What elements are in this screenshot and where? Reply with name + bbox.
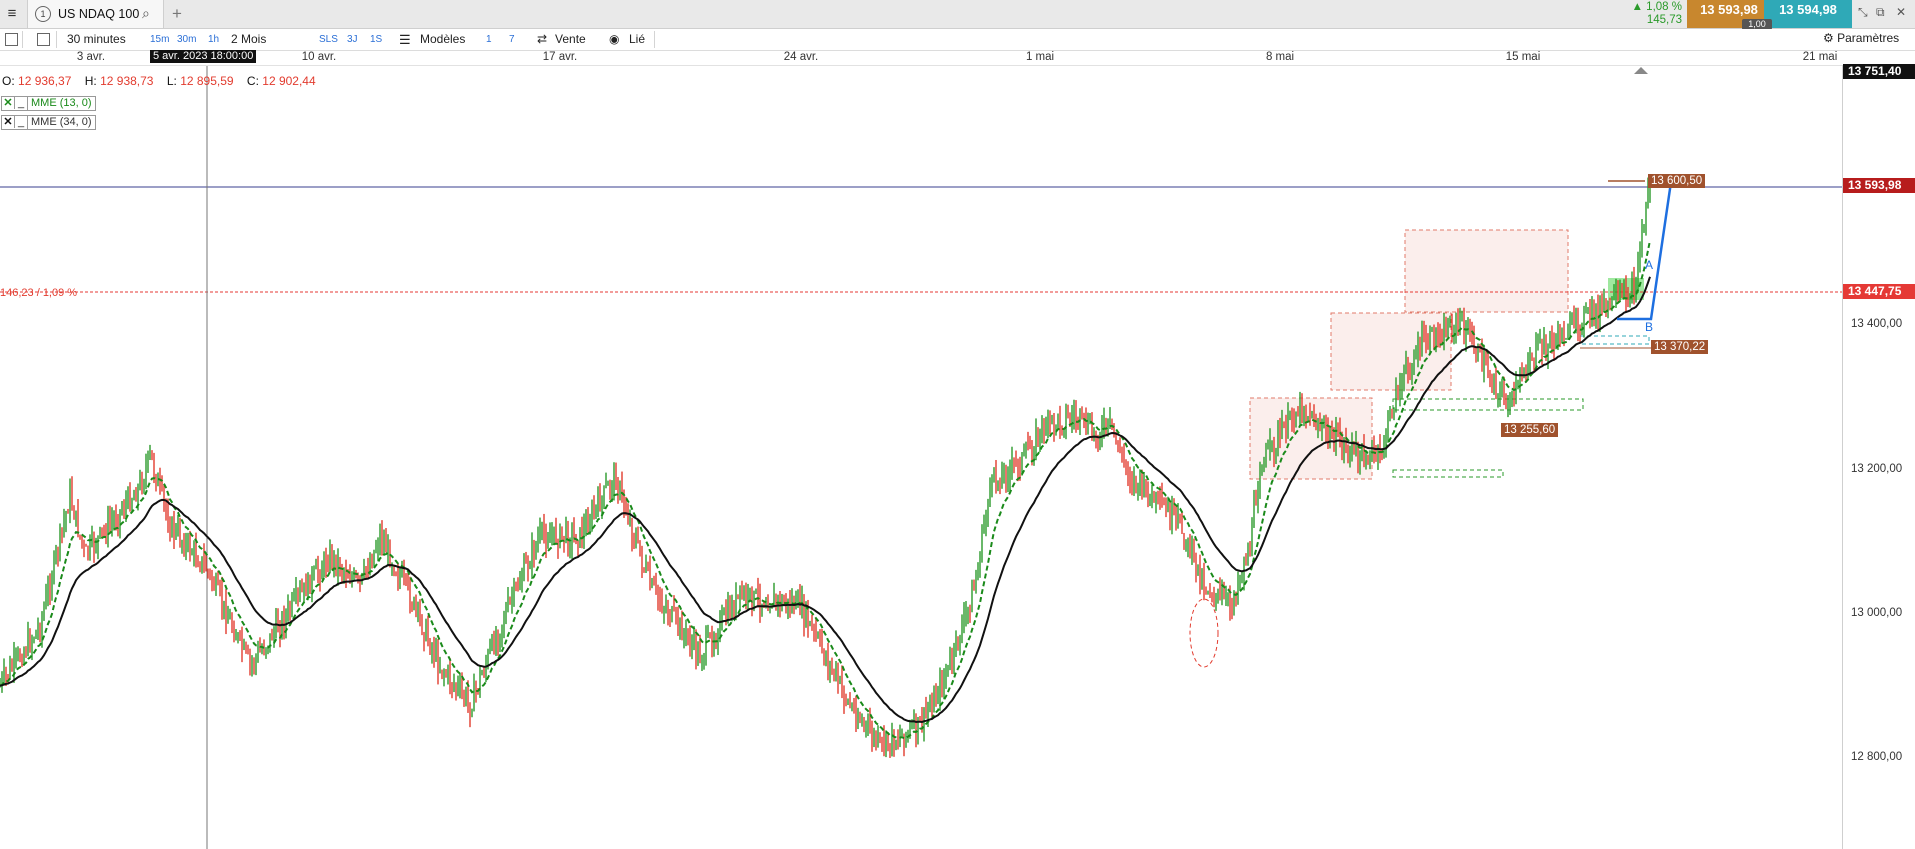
indicator-legend-ema-13: ✕ _ MME (13, 0) [1,96,96,111]
settings-label: Paramètres [1837,31,1900,45]
close-icon[interactable]: ✕ [1896,5,1906,19]
price-chart[interactable] [0,66,1842,849]
support-zone [1579,335,1650,345]
level-label: 13 255,60 [1501,423,1559,437]
detach-icon[interactable]: ⧉ [1876,5,1885,20]
date-label: 24 avr. [783,51,819,63]
sell-button[interactable]: Vente [555,32,586,46]
date-label: 3 avr. [76,51,106,63]
date-label: 21 mai [1802,51,1838,63]
level-label: 13 370,22 [1651,340,1709,354]
date-label: 10 avr. [301,51,337,63]
search-icon[interactable]: ⌕ [142,5,150,22]
add-tab-icon[interactable]: + [172,4,182,24]
ohlc-readout: O: 12 936,37 H: 12 938,73 L: 12 895,59 C… [2,74,326,88]
price-tick-label: 12 800,00 [1851,751,1903,763]
price-change: ▲ 1,08 % 145,73 [1626,0,1682,29]
zone-box [1330,312,1452,391]
interval-select[interactable]: 30 minutes [67,32,126,46]
zone-box [1249,397,1373,480]
list-icon[interactable] [5,33,18,46]
settings-button[interactable]: ⚙ Paramètres [1823,31,1899,45]
wave-label-a: A [1645,258,1654,272]
count-one-button[interactable]: 1 [486,34,492,45]
interval-1h-button[interactable]: 1h [208,34,219,45]
chart-toolbar: 30 minutes 15m 30m 1h 2 Mois SLS 3J 1S ☰… [0,29,1915,51]
buy-price-button[interactable]: 13 594,98 [1764,0,1852,28]
toolbar-divider [654,31,655,48]
date-label: 17 avr. [542,51,578,63]
high-value: 12 938,73 [100,74,154,88]
linked-button[interactable]: Lié [629,32,645,46]
period-select[interactable]: 2 Mois [231,32,266,46]
menu-icon[interactable]: ≡ [4,6,20,22]
tab-title: US NDAQ 100 [58,7,140,21]
models-icon: ☰ [399,32,411,47]
change-absolute: 145,73 [1646,14,1682,26]
models-button[interactable]: Modèles [420,32,465,46]
toggle-indicator-icon[interactable]: _ [15,97,28,110]
interval-15m-button[interactable]: 15m [150,34,169,45]
price-tick-label: 13 400,00 [1851,318,1903,330]
support-zone [1392,469,1504,478]
close-value: 12 902,44 [262,74,316,88]
date-axis: 3 avr. 10 avr. 17 avr. 24 avr. 1 mai 8 m… [0,51,1842,66]
toolbar-divider [22,31,23,48]
cursor-date-tooltip: 5 avr. 2023 18:00:00 [150,50,257,63]
open-value: 12 936,37 [18,74,72,88]
price-tick-label: 13 000,00 [1851,607,1903,619]
wave-label-b: B [1645,320,1654,334]
price-tick-label: 13 200,00 [1851,463,1903,475]
close-label: C: [246,74,259,88]
remove-indicator-icon[interactable]: ✕ [2,97,15,109]
date-label: 8 mai [1265,51,1295,63]
remove-indicator-icon[interactable]: ✕ [2,116,15,128]
interval-30m-button[interactable]: 30m [177,34,196,45]
eye-icon: ◉ [609,32,620,46]
tab-bar: ≡ 1 US NDAQ 100 ⌕ + ▲ 1,08 % 145,73 13 5… [0,0,1915,30]
current-price-marker: 13 593,98 [1843,178,1915,193]
period-3j-button[interactable]: 3J [347,34,358,45]
low-value: 12 895,59 [180,74,234,88]
gear-icon: ⚙ [1823,31,1834,45]
supply-demand-zones [1189,229,1650,668]
count-seven-button[interactable]: 7 [509,34,515,45]
sell-icon: ⇄ [537,32,548,46]
top-price-marker: 13 751,40 [1843,64,1915,79]
toolbar-divider [56,31,57,48]
high-marker-label: 13 600,50 [1648,174,1706,188]
indicator-name: MME (34, 0) [31,116,92,128]
indicator-name: MME (13, 0) [31,97,92,109]
zone-box [1404,229,1569,313]
collapse-icon[interactable]: ⤡ [1858,5,1868,20]
low-label: L: [166,74,177,88]
period-1s-button[interactable]: 1S [370,34,382,45]
tab-number-badge: 1 [35,6,51,22]
high-label: H: [84,74,97,88]
support-zone [1392,398,1584,411]
tab-instrument[interactable]: 1 US NDAQ 100 ⌕ [27,0,164,28]
candles [0,174,1651,758]
low-marker-ellipse [1189,598,1219,668]
date-label: 1 mai [1025,51,1055,63]
period-sls-button[interactable]: SLS [319,34,338,45]
change-percent: ▲ 1,08 % [1631,1,1682,13]
scroll-handle[interactable] [1634,67,1648,74]
reference-price-marker: 13 447,75 [1843,284,1915,299]
layout-icon[interactable] [37,33,50,46]
toggle-indicator-icon[interactable]: _ [15,116,28,129]
indicator-legend-ema-34: ✕ _ MME (34, 0) [1,115,96,130]
date-label: 15 mai [1505,51,1541,63]
reference-change-label: 146,23 / 1,09 % [0,287,78,299]
open-label: O: [2,74,15,88]
